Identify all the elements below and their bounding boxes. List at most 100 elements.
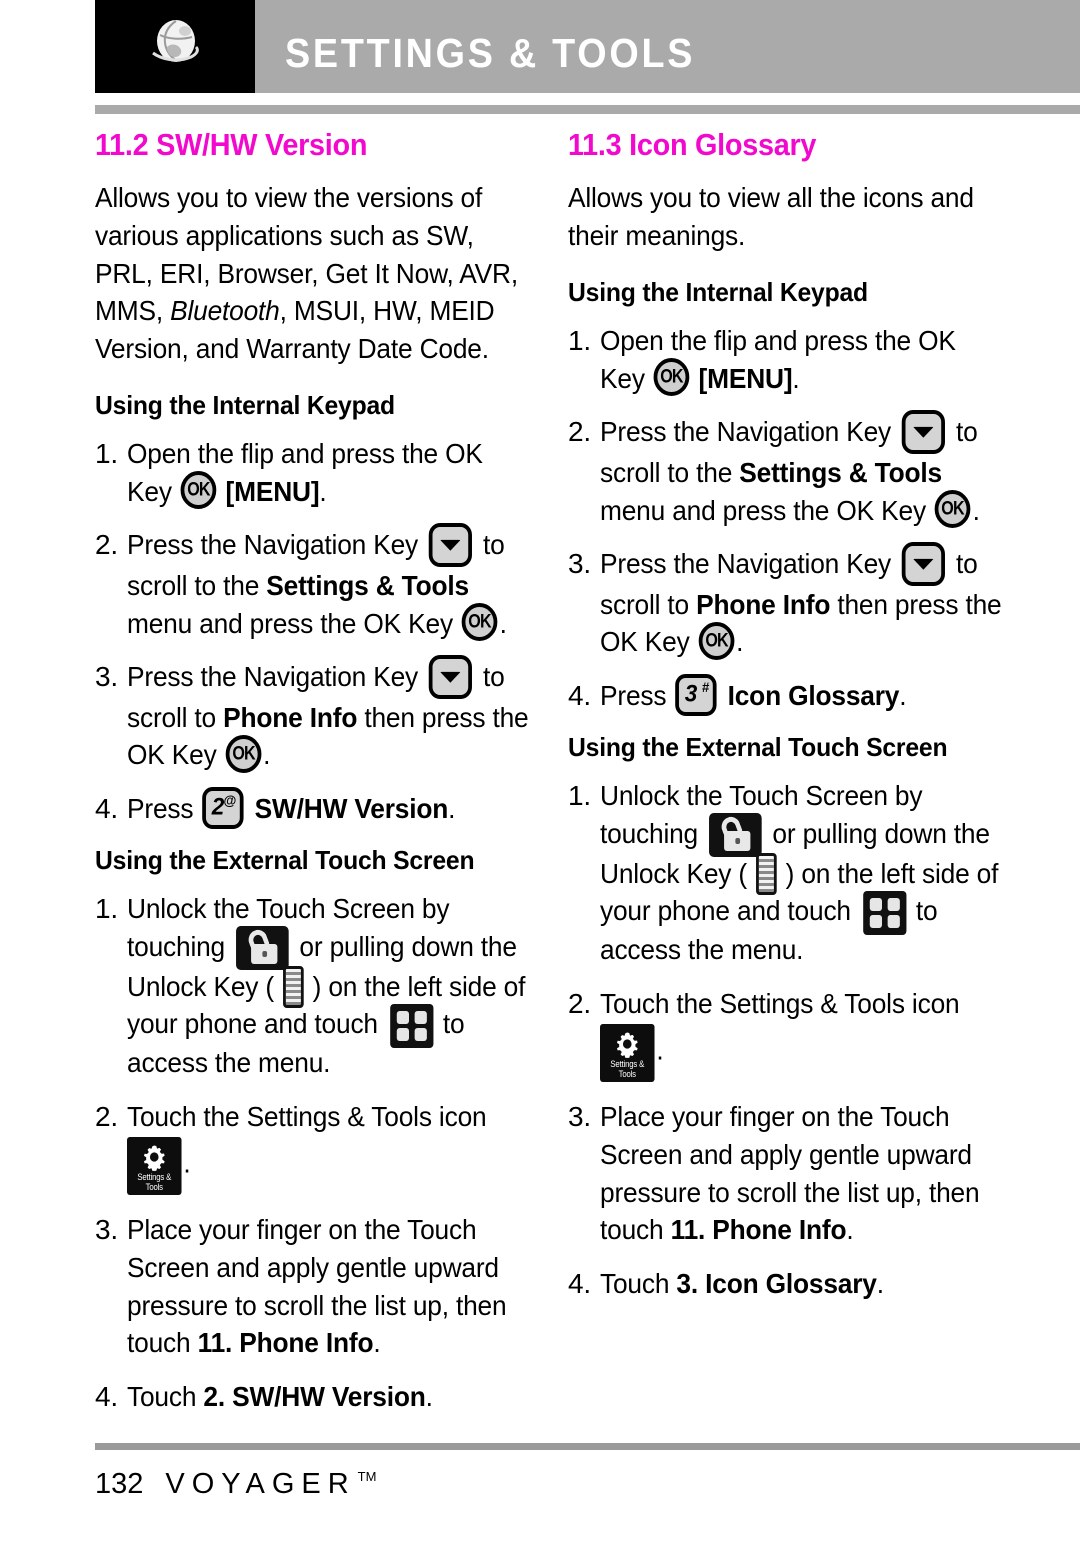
list-item: 1. Open the flip and press the OK Key OK… (568, 322, 1028, 397)
step-number: 2. (568, 416, 591, 448)
step-text: . (263, 739, 271, 771)
step-text: . (876, 1267, 884, 1299)
settings-and-tools-app-icon: Settings & Tools (600, 1024, 655, 1083)
step-text: Press the Navigation Key (600, 548, 899, 580)
step-text: . (846, 1214, 854, 1246)
step-body: Place your finger on the Touch Screen an… (127, 1211, 529, 1362)
footer-rule (95, 1443, 1080, 1450)
step-text: menu and press the OK Key (600, 494, 934, 526)
internal-keypad-steps: 1. Open the flip and press the OK Key OK… (568, 322, 1028, 717)
list-item: 3. Press the Navigation Key to scroll to… (568, 541, 1028, 661)
keypad-digit: 3 (684, 680, 698, 708)
step-body: Place your finger on the Touch Screen an… (600, 1098, 1002, 1249)
menu-grid-icon (390, 1003, 434, 1048)
keypad-digit: 2 (211, 793, 225, 821)
step-text (691, 363, 698, 394)
step-text: . (448, 793, 456, 825)
subheading-external-touch-screen: Using the External Touch Screen (568, 732, 948, 763)
step-text: Press the Navigation Key (127, 529, 426, 561)
step-text: Touch the Settings & Tools icon (127, 1100, 487, 1132)
step-number: 1. (95, 437, 118, 469)
step-text: . (373, 1327, 381, 1359)
step-text-bold: SW/HW Version (254, 793, 449, 825)
step-text (218, 476, 225, 507)
navigation-down-key-icon (901, 409, 946, 454)
section-title-icon-glossary: 11.3 Icon Glossary (568, 127, 817, 162)
step-number: 4. (568, 1267, 591, 1299)
step-text (247, 793, 254, 824)
keypad-superscript: @ (223, 792, 237, 809)
list-item: 1. Open the flip and press the OK Key OK… (95, 435, 555, 510)
section-intro-icon-glossary: Allows you to view all the icons and the… (568, 182, 974, 252)
step-text: . (183, 1147, 191, 1179)
app-icon-caption: Settings & Tools (610, 1059, 645, 1079)
step-text: Touch the Settings & Tools icon (600, 987, 960, 1019)
header-icon-box (95, 0, 255, 93)
step-number: 4. (95, 1380, 118, 1412)
list-item: 2. Touch the Settings & Tools icon Setti… (95, 1098, 555, 1196)
step-text (720, 680, 727, 711)
external-touch-steps: 1. Unlock the Touch Screen by touching o… (95, 890, 555, 1415)
step-body: Open the flip and press the OK Key OK [M… (600, 322, 1002, 397)
section-intro-sw-hw-version: Allows you to view the versions of vario… (95, 179, 527, 367)
list-item: 4. Press 2 @ SW/HW Version. (95, 787, 555, 830)
step-body: Press 2 @ SW/HW Version. (127, 787, 529, 830)
page-title: SETTINGS & TOOLS (285, 30, 696, 76)
navigation-down-key-icon (901, 541, 946, 586)
internal-keypad-steps: 1. Open the flip and press the OK Key OK… (95, 435, 555, 830)
header-rule (95, 105, 1080, 114)
navigation-down-key-icon (428, 522, 473, 567)
external-touch-steps: 1. Unlock the Touch Screen by touching o… (568, 777, 1028, 1302)
step-text-bold: Settings & Tools (739, 456, 942, 488)
step-text: Touch (600, 1267, 677, 1299)
step-text: Touch (127, 1380, 204, 1412)
step-body: Open the flip and press the OK Key OK [M… (127, 435, 529, 510)
list-item: 4. Touch 2. SW/HW Version. (95, 1378, 555, 1416)
ok-key-icon: OK (225, 735, 262, 774)
section-title-sw-hw-version: 11.2 SW/HW Version (95, 127, 368, 162)
subheading-internal-keypad: Using the Internal Keypad (568, 276, 868, 307)
step-text: . (972, 494, 980, 526)
step-number: 2. (568, 987, 591, 1019)
step-text: . (425, 1380, 433, 1412)
step-body: Press the Navigation Key to scroll to th… (127, 522, 529, 642)
step-text-bold: Settings & Tools (266, 569, 469, 601)
intro-text-italic: Bluetooth (170, 295, 280, 327)
subheading-external-touch-screen: Using the External Touch Screen (95, 845, 475, 876)
list-item: 3. Place your finger on the Touch Screen… (568, 1098, 1028, 1249)
list-item: 3. Place your finger on the Touch Screen… (95, 1211, 555, 1362)
ok-key-icon: OK (653, 358, 690, 397)
unlock-key-icon (755, 853, 777, 896)
step-number: 1. (568, 324, 591, 356)
step-text-bold: Icon Glossary (727, 680, 900, 712)
step-text: . (499, 607, 507, 639)
right-column: 11.3 Icon Glossary Allows you to view al… (568, 128, 1028, 1319)
step-body: Touch the Settings & Tools icon Settings… (600, 985, 1002, 1083)
list-item: 2. Touch the Settings & Tools icon Setti… (568, 985, 1028, 1083)
step-number: 3. (568, 1101, 591, 1133)
step-number: 3. (95, 1214, 118, 1246)
globe-icon (147, 13, 203, 80)
step-number: 1. (95, 893, 118, 925)
trademark-symbol: TM (357, 1469, 377, 1484)
list-item: 3. Press the Navigation Key to scroll to… (95, 654, 555, 774)
step-text-bold: [MENU] (698, 362, 793, 394)
list-item: 1. Unlock the Touch Screen by touching o… (95, 890, 555, 1081)
navigation-down-key-icon (428, 654, 473, 699)
step-body: Unlock the Touch Screen by touching or p… (127, 890, 529, 1081)
ok-key-icon: OK (461, 603, 498, 642)
menu-grid-icon (863, 890, 907, 935)
ok-key-icon: OK (698, 622, 735, 661)
page-number: 132 (95, 1468, 144, 1500)
step-body: Touch the Settings & Tools icon Settings… (127, 1098, 529, 1196)
ok-key-icon: OK (934, 490, 971, 529)
step-number: 1. (568, 780, 591, 812)
list-item: 2. Press the Navigation Key to scroll to… (95, 522, 555, 642)
step-text-bold: 11. Phone Info (670, 1214, 847, 1246)
list-item: 4. Touch 3. Icon Glossary. (568, 1265, 1028, 1303)
padlock-unlock-icon (708, 812, 762, 857)
step-text: Press the Navigation Key (127, 661, 426, 693)
padlock-unlock-icon (235, 925, 289, 970)
step-text: . (656, 1034, 664, 1066)
step-text: . (736, 626, 744, 658)
